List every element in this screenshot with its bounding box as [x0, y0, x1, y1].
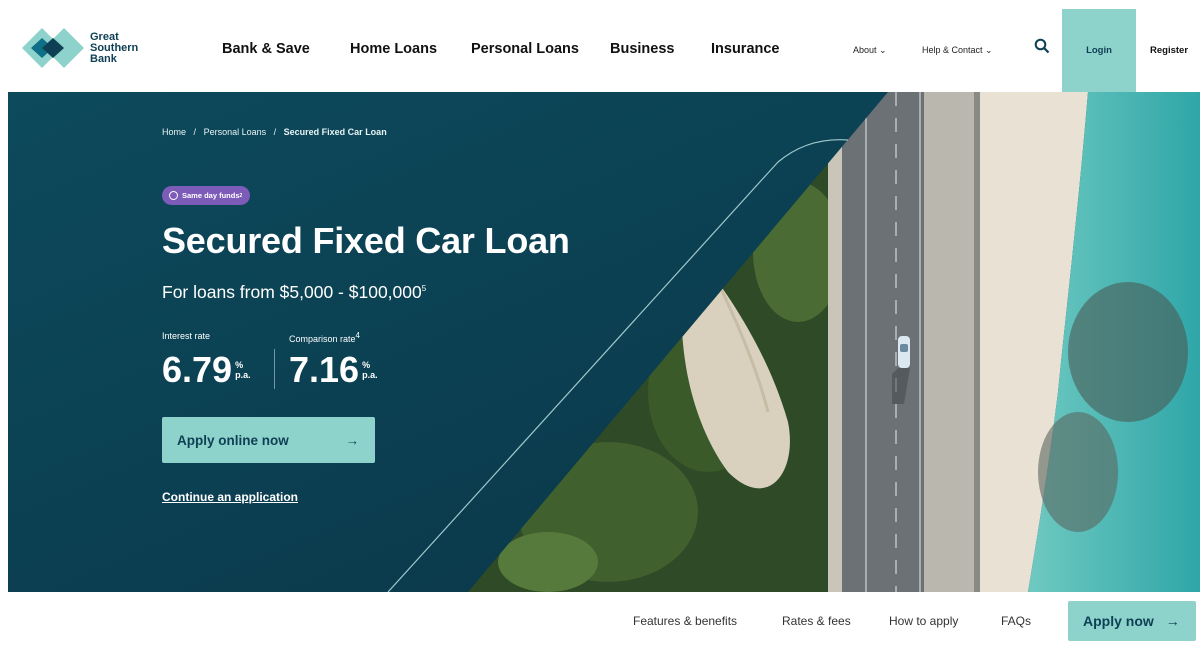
- arrow-right-icon: →: [1165, 613, 1180, 629]
- loan-range-subtitle: For loans from $5,000 - $100,0005: [162, 282, 427, 302]
- breadcrumb-current: Secured Fixed Car Loan: [283, 127, 387, 137]
- site-header: Great Southern Bank Bank & Save Home Loa…: [0, 0, 1200, 92]
- nav-item-insurance[interactable]: Insurance: [711, 41, 780, 57]
- breadcrumb-personal-loans[interactable]: Personal Loans: [204, 127, 267, 137]
- page-title: Secured Fixed Car Loan: [162, 220, 570, 261]
- hero-aerial-road-image: [8, 92, 1200, 592]
- breadcrumb: Home / Personal Loans / Secured Fixed Ca…: [162, 127, 387, 137]
- rate-divider: [274, 349, 275, 389]
- interest-rate-value: 6.79 % p.a.: [162, 349, 251, 390]
- chevron-down-icon: ⌄: [879, 45, 887, 55]
- arrow-right-icon: →: [345, 432, 360, 448]
- comparison-rate-value: 7.16 % p.a.: [289, 349, 378, 390]
- login-button[interactable]: Login: [1062, 9, 1136, 92]
- breadcrumb-separator: /: [273, 127, 277, 137]
- hero-banner: Home / Personal Loans / Secured Fixed Ca…: [8, 92, 1200, 592]
- help-contact-menu[interactable]: Help & Contact ⌄: [922, 45, 993, 56]
- stopwatch-icon: [169, 191, 178, 200]
- breadcrumb-home[interactable]: Home: [162, 127, 186, 137]
- continue-application-link[interactable]: Continue an application: [162, 490, 298, 504]
- apply-now-button[interactable]: Apply now →: [1068, 601, 1196, 641]
- chevron-down-icon: ⌄: [985, 45, 993, 55]
- same-day-funds-badge: Same day funds 2: [162, 186, 251, 205]
- page-subnav: Features & benefits Rates & fees How to …: [0, 592, 1200, 646]
- about-menu[interactable]: About ⌄: [853, 45, 887, 56]
- nav-item-business[interactable]: Business: [610, 41, 674, 57]
- nav-item-home-loans[interactable]: Home Loans: [350, 41, 437, 57]
- interest-rate-label: Interest rate: [162, 331, 211, 341]
- nav-item-bank-save[interactable]: Bank & Save: [222, 41, 310, 57]
- breadcrumb-separator: /: [193, 127, 197, 137]
- brand-name: Great Southern Bank: [90, 30, 139, 65]
- subnav-rates-fees[interactable]: Rates & fees: [782, 614, 851, 628]
- register-link[interactable]: Register: [1150, 45, 1188, 56]
- apply-online-button[interactable]: Apply online now →: [162, 417, 375, 463]
- nav-item-personal-loans[interactable]: Personal Loans: [471, 41, 579, 57]
- subnav-features-benefits[interactable]: Features & benefits: [633, 614, 737, 628]
- logo[interactable]: Great Southern Bank: [22, 24, 160, 72]
- search-icon[interactable]: [1034, 38, 1050, 54]
- comparison-rate-label: Comparison rate4: [289, 331, 360, 344]
- subnav-faqs[interactable]: FAQs: [1001, 614, 1031, 628]
- subnav-how-to-apply[interactable]: How to apply: [889, 614, 958, 628]
- logo-diamond-icon: [22, 28, 84, 68]
